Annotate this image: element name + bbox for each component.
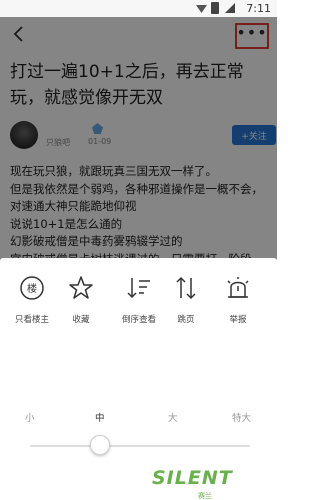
action-label: 倒序查看 (121, 315, 156, 325)
status-bar: 7:11 (0, 0, 277, 17)
action-label: 收藏 (72, 315, 90, 325)
reverse-sort-icon (127, 278, 150, 299)
only-author-icon: 楼 (20, 276, 44, 300)
wifi-icon (196, 5, 207, 13)
font-size-slider-knob[interactable] (90, 435, 110, 455)
options-sheet: 楼 只看楼主 收藏 倒序查看 跳页 举报 小 中 大 特大 (0, 258, 277, 500)
jump-page-icon (176, 276, 196, 300)
star-icon (69, 276, 93, 299)
action-label: 举报 (229, 315, 247, 325)
action-label: 跳页 (177, 315, 195, 325)
svg-text:楼: 楼 (27, 282, 37, 295)
font-size-small[interactable]: 小 (25, 410, 35, 424)
font-size-medium[interactable]: 中 (95, 410, 105, 424)
jump-page-button[interactable]: 跳页 (163, 273, 209, 325)
reverse-order-button[interactable]: 倒序查看 (116, 273, 162, 325)
font-size-slider-track[interactable] (30, 445, 250, 447)
status-time: 7:11 (246, 2, 271, 15)
font-size-options: 小 中 大 特大 (0, 410, 277, 424)
font-size-xlarge[interactable]: 特大 (232, 410, 251, 424)
battery-icon (211, 2, 219, 14)
favorite-button[interactable]: 收藏 (58, 273, 104, 325)
signal-icon (225, 3, 235, 13)
watermark-logo: SILENT 赛兰 (146, 465, 266, 500)
post-page: ••• 打过一遍10+1之后，再去正常玩，就感觉像开无双 只狼吧 01-09 +… (0, 17, 277, 500)
only-author-button[interactable]: 楼 只看楼主 (9, 273, 55, 325)
watermark-sub: 赛兰 (198, 492, 212, 500)
report-button[interactable]: 举报 (215, 273, 261, 325)
action-label: 只看楼主 (14, 315, 49, 325)
report-icon (227, 277, 249, 298)
watermark-brand: SILENT (152, 467, 233, 489)
font-size-large[interactable]: 大 (168, 410, 178, 424)
